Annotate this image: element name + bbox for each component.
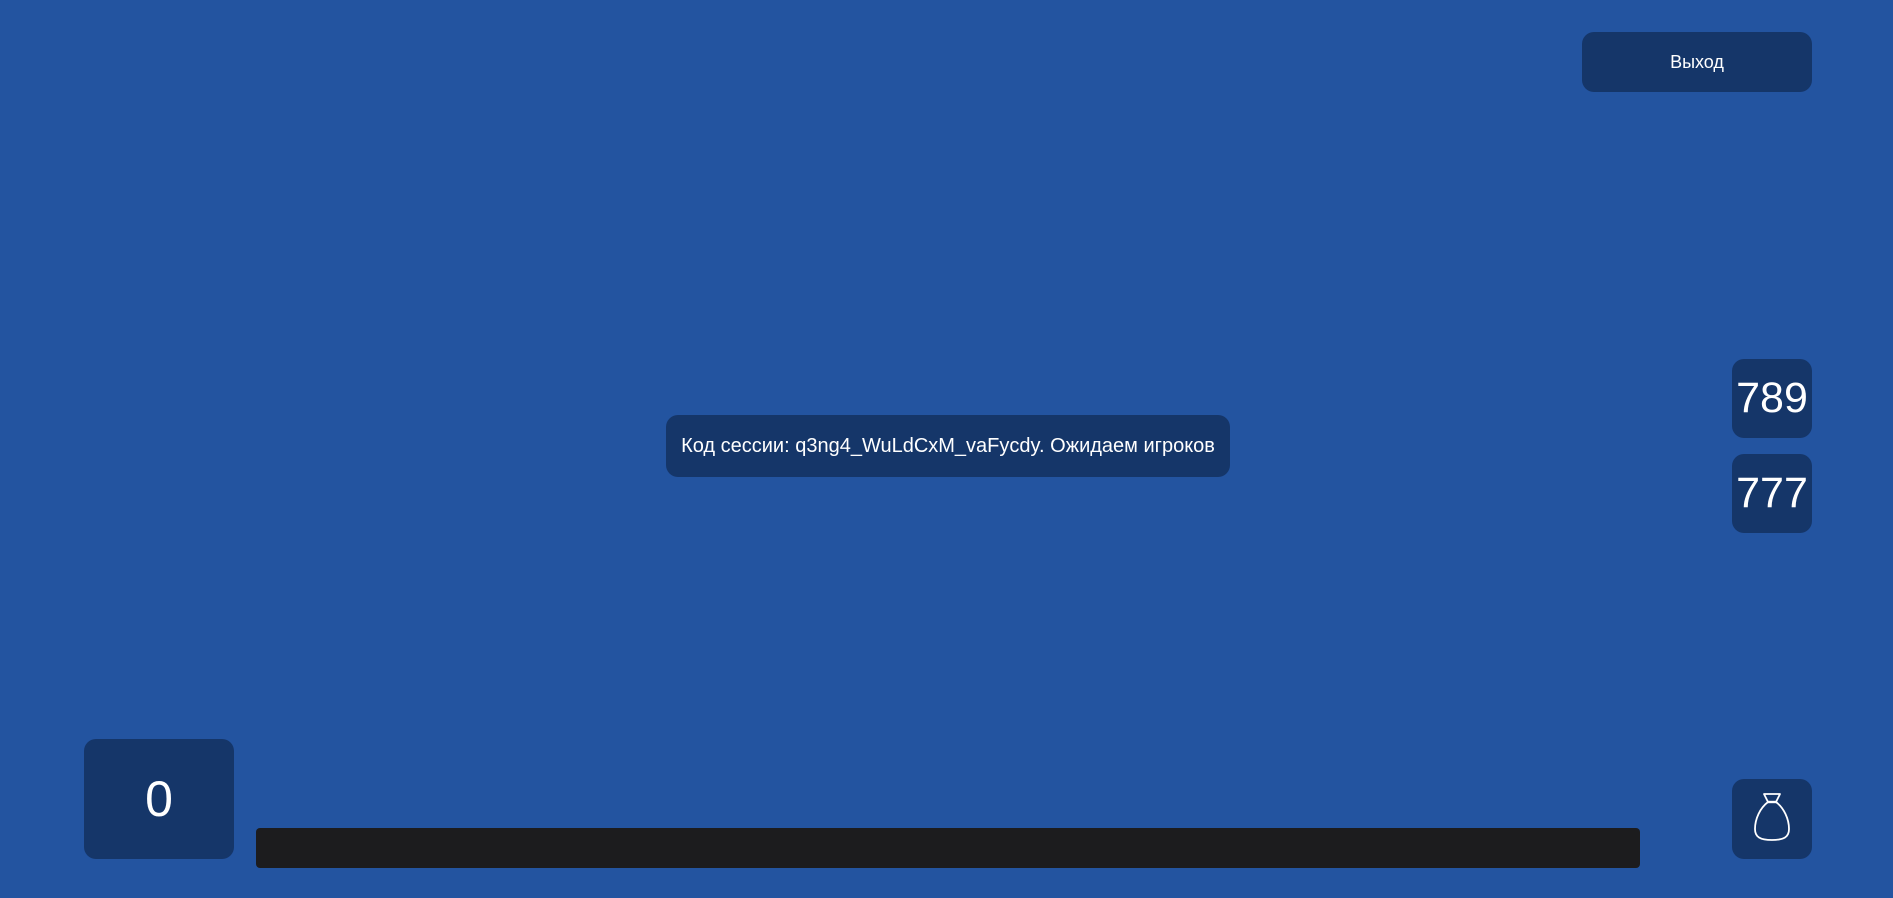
opponent-score-1: 789 (1732, 359, 1812, 438)
money-bag-icon (1752, 791, 1792, 848)
bag-button[interactable] (1732, 779, 1812, 859)
exit-button[interactable]: Выход (1582, 32, 1812, 92)
game-screen: Выход Код сессии: q3ng4_WuLdCxM_vaFycdy.… (0, 0, 1893, 898)
session-status-message: Код сессии: q3ng4_WuLdCxM_vaFycdy. Ожида… (666, 415, 1230, 477)
progress-bar (256, 828, 1640, 868)
player-score: 0 (84, 739, 234, 859)
opponent-score-2: 777 (1732, 454, 1812, 533)
